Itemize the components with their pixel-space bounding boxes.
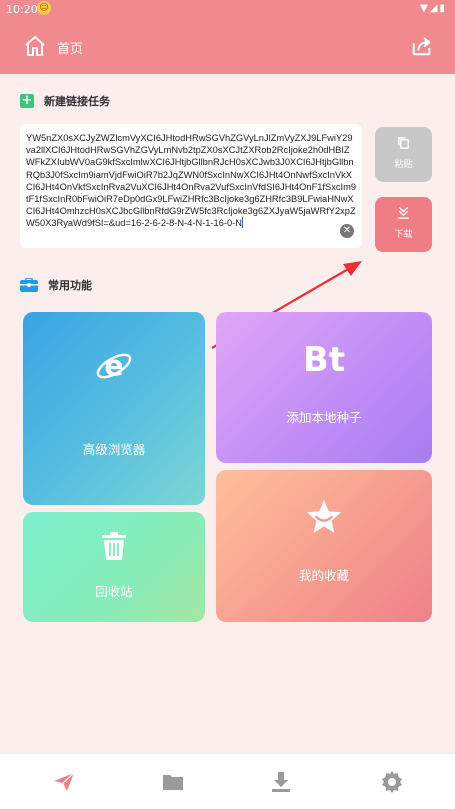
svg-text:e: e — [104, 350, 123, 383]
folder-icon[interactable] — [161, 770, 185, 794]
link-text-value: YW5nZX0sXCJyZWZlcmVyXCI6JHtodHRwSGVhZGVy… — [26, 133, 357, 229]
plus-icon: + — [20, 93, 34, 108]
download-icon — [398, 207, 409, 219]
page-title: 首页 — [57, 42, 84, 57]
copy-icon — [398, 137, 409, 149]
recycle-bin-card[interactable]: 回收站 — [23, 512, 205, 622]
new-task-section-header: + 新建链接任务 — [20, 93, 110, 109]
notification-emoji-icon: ☺ — [37, 1, 51, 15]
star-icon — [306, 499, 342, 534]
features-title: 常用功能 — [48, 279, 92, 292]
favorites-card[interactable]: 我的收藏 — [216, 470, 432, 622]
trash-icon — [102, 532, 126, 560]
clear-input-button[interactable]: ✕ — [340, 224, 354, 238]
download-button[interactable]: 下载 — [375, 197, 432, 252]
add-torrent-card[interactable]: Bt 添加本地种子 — [216, 312, 432, 463]
paste-label: 粘贴 — [394, 160, 413, 170]
link-input-text: YW5nZX0sXCJyZWZlcmVyXCI6JHtodHRwSGVhZGVy… — [26, 132, 356, 230]
send-icon[interactable] — [52, 770, 76, 794]
toolbox-icon — [20, 278, 38, 292]
signal-battery-icon: ▼◢▮ — [420, 3, 447, 14]
share-icon[interactable] — [411, 35, 433, 57]
new-task-title: 新建链接任务 — [44, 95, 110, 108]
ie-browser-icon: e — [96, 350, 132, 383]
status-time: 10:20 — [6, 3, 38, 16]
features-section-header: 常用功能 — [20, 277, 92, 293]
home-icon[interactable] — [23, 34, 47, 58]
download-icon[interactable] — [269, 770, 293, 794]
link-input[interactable]: YW5nZX0sXCJyZWZlcmVyXCI6JHtodHRwSGVhZGVy… — [20, 124, 362, 248]
browser-label: 高级浏览器 — [82, 442, 146, 457]
app-bar: 首页 — [0, 20, 455, 74]
bottom-nav — [0, 753, 455, 809]
torrent-label: 添加本地种子 — [286, 410, 362, 425]
gear-icon[interactable] — [380, 770, 404, 794]
recycle-label: 回收站 — [95, 584, 133, 599]
status-bar: 10:20 ☺ ▼◢▮ — [0, 0, 455, 20]
browser-card[interactable]: e 高级浏览器 — [23, 312, 205, 505]
bt-icon: Bt — [302, 340, 346, 380]
text-caret — [241, 217, 243, 229]
favorites-label: 我的收藏 — [298, 568, 349, 583]
paste-button[interactable]: 粘贴 — [375, 127, 432, 182]
download-label: 下载 — [394, 230, 413, 240]
